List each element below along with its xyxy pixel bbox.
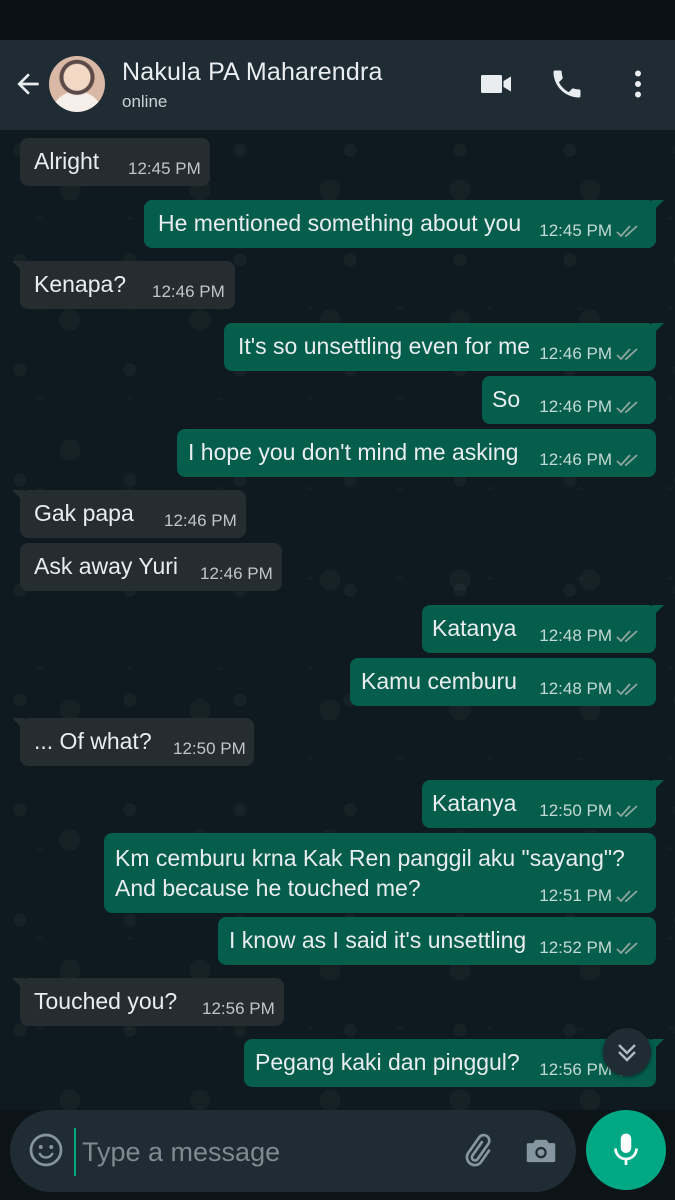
message-time: 12:45 PM <box>539 221 612 240</box>
message-incoming[interactable]: Alright 12:45 PM <box>20 138 210 186</box>
bubble-tail <box>652 780 664 792</box>
contact-avatar[interactable] <box>49 56 105 112</box>
bubble-tail <box>12 978 24 990</box>
more-options-icon[interactable] <box>620 66 656 102</box>
message-outgoing[interactable]: It's so unsettling even for me 12:46 PM <box>224 323 664 371</box>
message-text: ... Of what? <box>34 728 152 754</box>
contact-name[interactable]: Nakula PA Maharendra <box>122 58 383 87</box>
message-outgoing[interactable]: Km cemburu krna Kak Ren panggil aku "say… <box>104 833 656 913</box>
message-incoming[interactable]: Gak papa 12:46 PM <box>12 490 246 538</box>
read-ticks-icon <box>616 942 638 955</box>
message-text: Kamu cemburu <box>361 668 517 694</box>
message-text: He mentioned something about you <box>158 210 522 236</box>
bubble-tail <box>652 323 664 335</box>
message-time: 12:46 PM <box>539 450 612 469</box>
voice-message-button[interactable] <box>586 1110 666 1190</box>
message-time: 12:48 PM <box>539 679 612 698</box>
back-arrow-icon[interactable] <box>12 68 44 100</box>
message-incoming[interactable]: Kenapa? 12:46 PM <box>12 261 235 309</box>
phone-call-icon[interactable] <box>549 66 585 102</box>
message-input[interactable] <box>74 1128 454 1176</box>
message-time: 12:45 PM <box>128 159 201 178</box>
bubble-tail <box>12 490 24 502</box>
message-outgoing[interactable]: Katanya 12:48 PM <box>422 605 664 653</box>
message-composer <box>10 1110 576 1192</box>
emoji-icon[interactable] <box>28 1132 64 1168</box>
bubble-tail <box>12 718 24 730</box>
message-text: I know as I said it's unsettling <box>229 927 527 953</box>
message-list[interactable]: Alright 12:45 PM He mentioned something … <box>0 130 675 1110</box>
message-text: Touched you? <box>34 988 178 1014</box>
read-ticks-icon <box>616 454 638 467</box>
message-text: Alright <box>34 148 100 174</box>
message-text: Ask away Yuri <box>34 553 179 579</box>
message-text: Pegang kaki dan pinggul? <box>255 1049 520 1075</box>
message-time: 12:52 PM <box>539 938 612 957</box>
message-text: It's so unsettling even for me <box>238 333 531 359</box>
read-ticks-icon <box>616 348 638 361</box>
message-time: 12:50 PM <box>539 801 612 820</box>
message-time: 12:46 PM <box>200 564 273 583</box>
message-text: Katanya <box>432 615 517 641</box>
camera-icon[interactable] <box>522 1132 560 1170</box>
contact-status: online <box>122 92 168 111</box>
attach-icon[interactable] <box>458 1132 496 1170</box>
message-time: 12:48 PM <box>539 626 612 645</box>
message-time: 12:46 PM <box>539 397 612 416</box>
message-time: 12:56 PM <box>202 999 275 1018</box>
message-outgoing[interactable]: So 12:46 PM <box>482 376 656 424</box>
bubble-tail <box>652 1039 664 1051</box>
read-ticks-icon <box>616 401 638 414</box>
bubble-tail <box>652 200 664 212</box>
message-outgoing[interactable]: I hope you don't mind me asking 12:46 PM <box>177 429 656 477</box>
message-time: 12:56 PM <box>539 1060 612 1079</box>
double-chevron-down-icon <box>618 1044 636 1062</box>
message-text: Gak papa <box>34 500 134 526</box>
message-time: 12:51 PM <box>539 886 612 905</box>
video-call-icon[interactable] <box>478 66 514 102</box>
mic-icon <box>614 1133 638 1165</box>
message-incoming[interactable]: Touched you? 12:56 PM <box>12 978 284 1026</box>
bubble-tail <box>652 605 664 617</box>
message-outgoing[interactable]: He mentioned something about you 12:45 P… <box>144 200 664 248</box>
message-incoming[interactable]: Ask away Yuri 12:46 PM <box>20 543 282 591</box>
read-ticks-icon <box>616 890 638 903</box>
read-ticks-icon <box>616 225 638 238</box>
chat-header: Nakula PA Maharendra online <box>0 40 675 130</box>
message-outgoing[interactable]: Katanya 12:50 PM <box>422 780 664 828</box>
message-text: I hope you don't mind me asking <box>188 439 519 465</box>
read-ticks-icon <box>616 683 638 696</box>
status-bar <box>0 0 675 40</box>
message-incoming[interactable]: ... Of what? 12:50 PM <box>12 718 254 766</box>
message-text: Kenapa? <box>34 271 127 297</box>
read-ticks-icon <box>616 805 638 818</box>
message-text: Katanya <box>432 790 517 816</box>
scroll-to-bottom-button[interactable] <box>603 1028 651 1076</box>
read-ticks-icon <box>616 630 638 643</box>
message-time: 12:46 PM <box>152 282 225 301</box>
message-outgoing[interactable]: Kamu cemburu 12:48 PM <box>350 658 656 706</box>
message-text: So <box>492 386 521 412</box>
message-time: 12:46 PM <box>164 511 237 530</box>
message-outgoing[interactable]: I know as I said it's unsettling 12:52 P… <box>218 917 656 965</box>
message-time: 12:50 PM <box>173 739 246 758</box>
bubble-tail <box>12 261 24 273</box>
message-time: 12:46 PM <box>539 344 612 363</box>
message-outgoing[interactable]: Pegang kaki dan pinggul? 12:56 PM <box>244 1039 664 1087</box>
